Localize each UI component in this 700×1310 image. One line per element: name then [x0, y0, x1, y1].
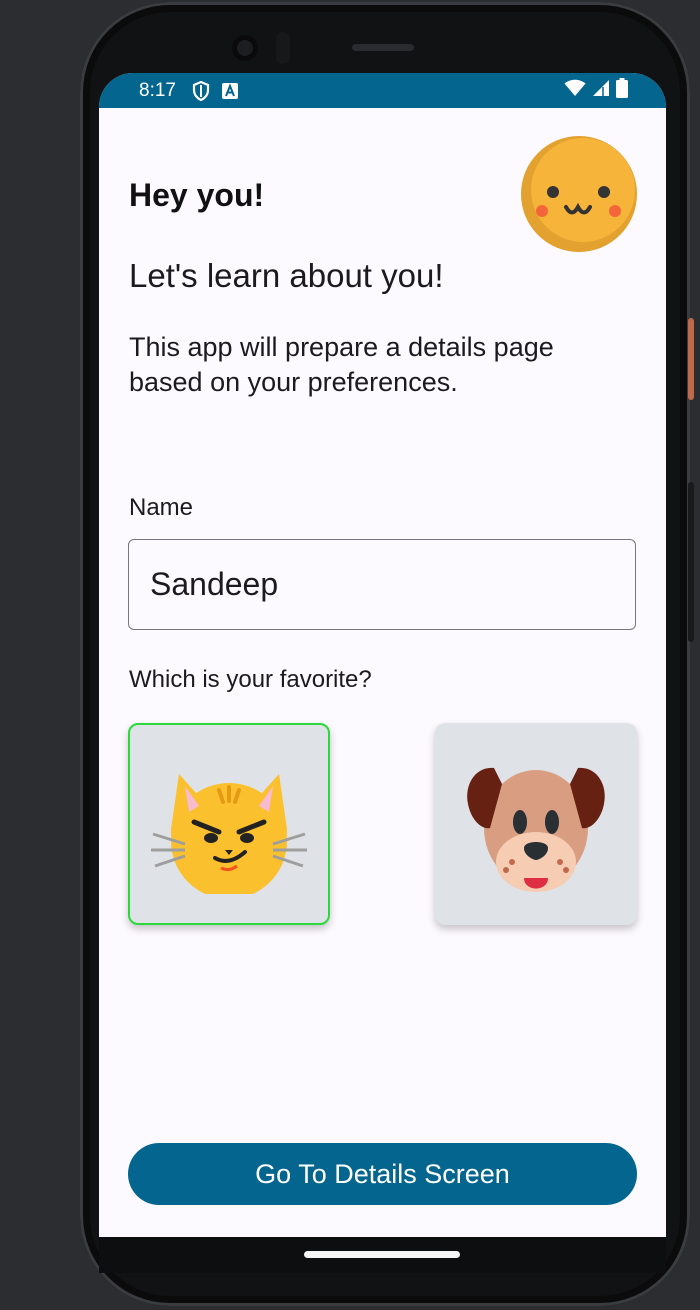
smiling-face-icon [520, 135, 638, 253]
home-gesture-handle[interactable] [304, 1251, 460, 1258]
signal-icon [592, 79, 610, 103]
name-input[interactable] [128, 539, 636, 630]
greeting-heading: Hey you! [129, 177, 265, 213]
a-notification-icon [221, 82, 238, 99]
power-button[interactable] [688, 318, 694, 400]
dog-option-card[interactable] [435, 723, 637, 925]
favorite-question: Which is your favorite? [129, 666, 372, 693]
name-label: Name [129, 494, 194, 521]
app-screen: 8:17 Hey you! Let's learn about you! Thi… [99, 73, 666, 1273]
proximity-sensor [276, 32, 290, 64]
intro-description: This app will prepare a details page bas… [129, 332, 554, 397]
battery-icon [616, 77, 628, 104]
status-time: 8:17 [139, 79, 176, 101]
go-to-details-button[interactable]: Go To Details Screen [128, 1143, 637, 1205]
cat-option-card[interactable] [128, 723, 330, 925]
volume-button[interactable] [688, 482, 694, 642]
intro-title: Let's learn about you! [129, 257, 444, 294]
status-bar: 8:17 [99, 73, 666, 108]
earpiece-speaker [352, 44, 414, 51]
wifi-icon [564, 79, 586, 103]
dog-face-icon [467, 767, 605, 892]
shield-icon [192, 80, 210, 101]
front-camera [232, 35, 258, 61]
cat-face-icon [151, 774, 307, 894]
main-content: Hey you! Let's learn about you! This app… [99, 108, 666, 1238]
